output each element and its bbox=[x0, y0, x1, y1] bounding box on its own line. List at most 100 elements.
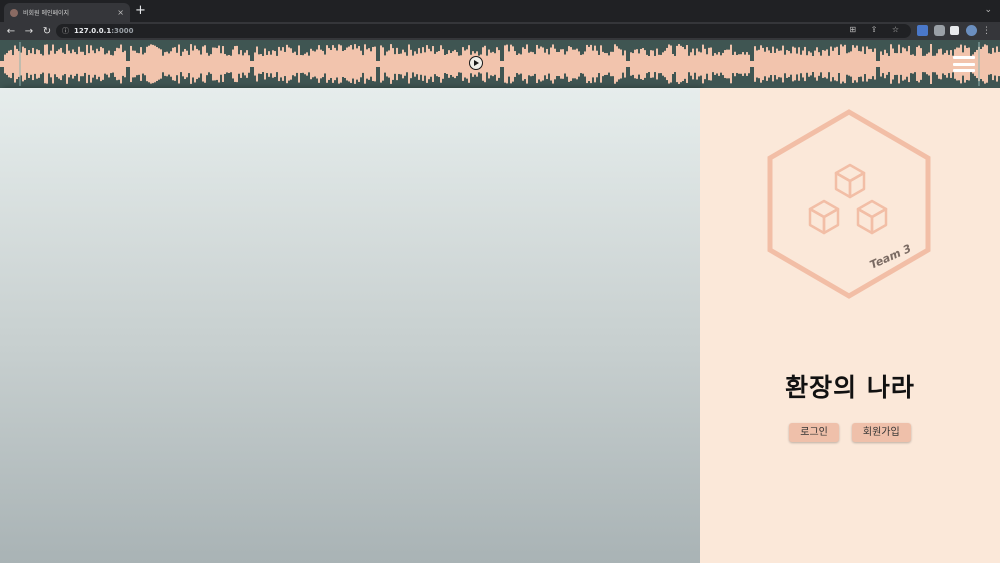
waveform-bar bbox=[320, 49, 322, 79]
waveform-bar bbox=[626, 61, 628, 67]
browser-tab[interactable]: 비회원 메인페이지 × bbox=[4, 3, 130, 22]
signup-button[interactable]: 회원가입 bbox=[851, 423, 911, 442]
waveform-bar bbox=[818, 52, 820, 76]
waveform-bar bbox=[496, 47, 498, 81]
tab-close-icon[interactable]: × bbox=[117, 8, 124, 17]
login-button[interactable]: 로그인 bbox=[789, 423, 839, 442]
waveform-bar bbox=[150, 44, 152, 84]
waveform-bar bbox=[74, 52, 76, 76]
waveform-bar bbox=[720, 55, 722, 73]
waveform-bar bbox=[690, 52, 692, 76]
waveform-bar bbox=[604, 53, 606, 75]
profile-avatar[interactable] bbox=[966, 25, 977, 36]
waveform-bar bbox=[898, 44, 900, 84]
waveform-bar bbox=[652, 50, 654, 78]
waveform-bar bbox=[456, 52, 458, 76]
waveform-bar bbox=[948, 54, 950, 74]
site-info-icon[interactable]: ⓘ bbox=[62, 26, 69, 36]
hamburger-menu-icon[interactable] bbox=[953, 56, 975, 72]
waveform-bar bbox=[358, 46, 360, 82]
waveform-bar bbox=[390, 44, 392, 84]
waveform-bar bbox=[338, 44, 340, 84]
tab-search-icon[interactable]: ⌄ bbox=[984, 5, 992, 15]
new-tab-button[interactable]: + bbox=[135, 3, 146, 19]
waveform-bar bbox=[444, 54, 446, 74]
waveform-bar bbox=[888, 55, 890, 73]
forward-icon[interactable]: → bbox=[20, 26, 38, 37]
waveform-bar bbox=[346, 47, 348, 81]
waveform-bar bbox=[400, 53, 402, 75]
waveform-bar bbox=[462, 47, 464, 81]
waveform-bar bbox=[916, 47, 918, 81]
back-icon[interactable]: ← bbox=[2, 26, 20, 37]
waveform-bar bbox=[810, 52, 812, 76]
waveform-bar bbox=[190, 44, 192, 84]
waveform-bar bbox=[768, 50, 770, 78]
waveform-bar bbox=[464, 50, 466, 78]
waveform-bar bbox=[692, 48, 694, 80]
waveform-bar bbox=[512, 46, 514, 82]
waveform-bar bbox=[644, 50, 646, 78]
waveform-bar bbox=[674, 55, 676, 73]
waveform-bar bbox=[398, 53, 400, 75]
waveform-bar bbox=[368, 48, 370, 80]
waveform-bar bbox=[854, 47, 856, 81]
waveform-bar bbox=[826, 49, 828, 79]
waveform-bar bbox=[272, 50, 274, 78]
audio-waveform-player[interactable] bbox=[0, 40, 1000, 88]
waveform-bar bbox=[708, 47, 710, 81]
waveform-bar bbox=[876, 61, 878, 67]
waveform-bar bbox=[246, 50, 248, 78]
waveform-bar bbox=[698, 51, 700, 77]
waveform-bar bbox=[60, 47, 62, 81]
waveform-bar bbox=[906, 51, 908, 77]
waveform-bar bbox=[932, 55, 934, 73]
waveform-bar bbox=[608, 55, 610, 73]
waveform-bar bbox=[112, 55, 114, 73]
waveform-bar bbox=[578, 51, 580, 77]
main-content-panel bbox=[0, 88, 700, 563]
waveform-bar bbox=[918, 45, 920, 83]
waveform-bar bbox=[104, 54, 106, 74]
address-bar-tools-icon[interactable]: ⊞ ⇪ ☆ bbox=[849, 25, 905, 34]
waveform-bar bbox=[520, 54, 522, 74]
waveform-bar bbox=[500, 61, 502, 67]
puzzle-icon[interactable] bbox=[934, 25, 945, 36]
waveform-bar bbox=[294, 51, 296, 77]
play-icon[interactable] bbox=[469, 56, 483, 70]
waveform-bar bbox=[848, 52, 850, 76]
waveform-bar bbox=[722, 52, 724, 76]
waveform-bar bbox=[936, 53, 938, 75]
waveform-bar bbox=[44, 44, 46, 84]
waveform-bar bbox=[934, 55, 936, 73]
waveform-bar bbox=[976, 49, 978, 79]
waveform-bar bbox=[700, 52, 702, 76]
address-bar[interactable]: ⓘ 127.0.0.1 :3000 ⊞ ⇪ ☆ bbox=[56, 24, 911, 38]
waveform-bar bbox=[300, 55, 302, 73]
waveform-bar bbox=[552, 44, 554, 84]
team-logo-icon: Team 3 bbox=[767, 109, 931, 299]
waveform-bar bbox=[558, 51, 560, 77]
waveform-bar bbox=[366, 49, 368, 79]
waveform-bar bbox=[780, 50, 782, 78]
waveform-bar bbox=[126, 61, 128, 67]
waveform-bar bbox=[638, 53, 640, 75]
waveform-bar bbox=[922, 55, 924, 73]
waveform-bar bbox=[786, 50, 788, 78]
extension-icon[interactable] bbox=[917, 25, 928, 36]
waveform-bar bbox=[0, 61, 2, 67]
browser-menu-icon[interactable]: ⋮ bbox=[982, 26, 991, 36]
waveform-bar bbox=[78, 46, 80, 82]
sidebar-icon[interactable] bbox=[950, 26, 959, 35]
waveform-bar bbox=[580, 54, 582, 74]
reload-icon[interactable]: ↻ bbox=[38, 26, 56, 37]
waveform-bar bbox=[746, 52, 748, 76]
waveform-bar bbox=[134, 50, 136, 78]
waveform-bar bbox=[436, 51, 438, 77]
waveform-bar bbox=[694, 55, 696, 73]
waveform-bar bbox=[138, 53, 140, 75]
waveform-bar bbox=[762, 47, 764, 81]
waveform-bar bbox=[122, 52, 124, 76]
waveform-bar bbox=[540, 46, 542, 82]
favicon-icon bbox=[10, 8, 18, 17]
